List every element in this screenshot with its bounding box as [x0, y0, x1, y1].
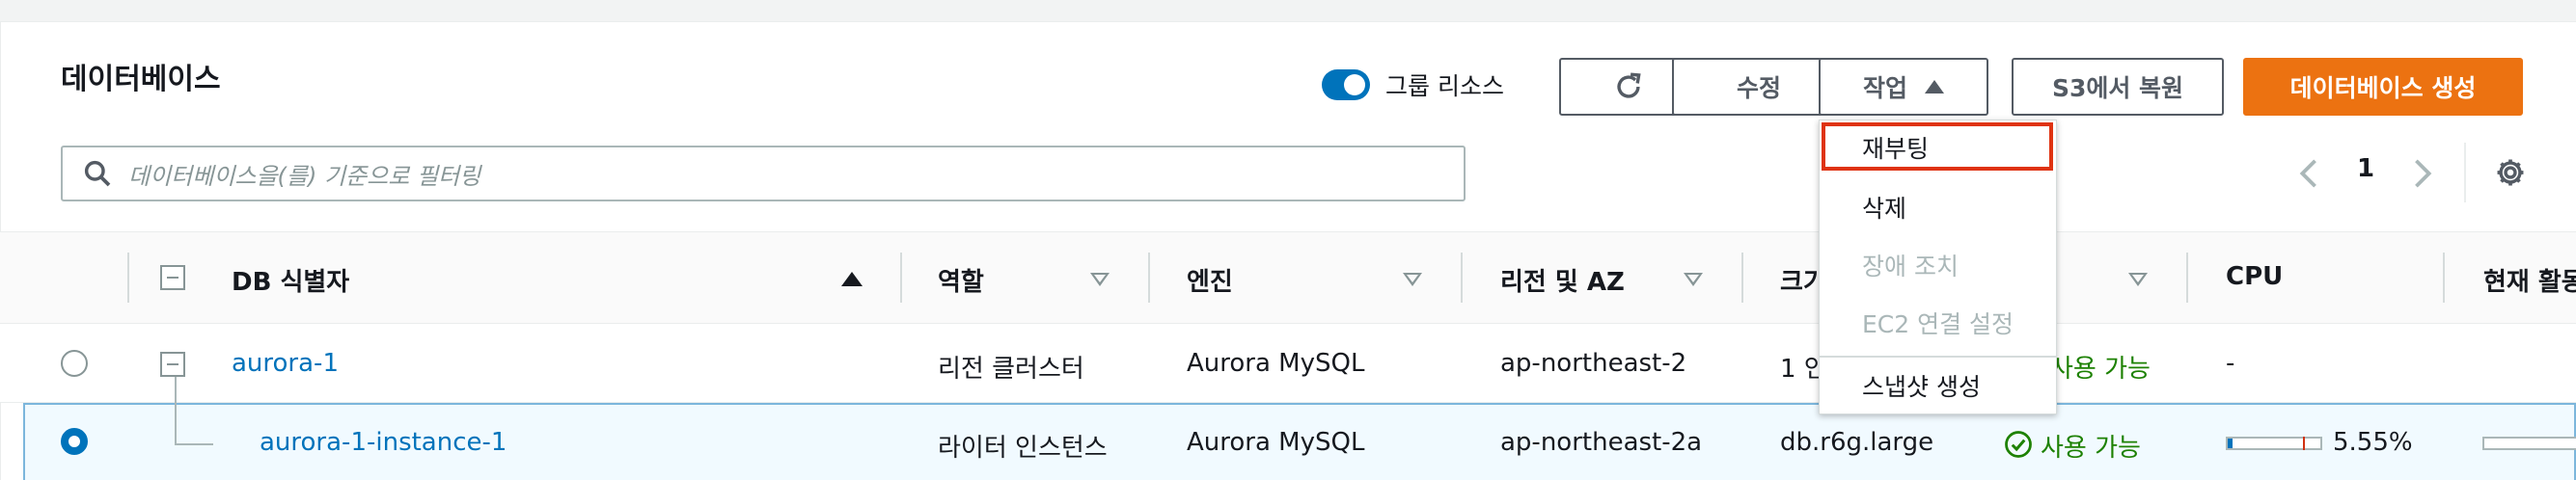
- col-activity[interactable]: 현재 활동: [2483, 262, 2576, 298]
- col-separator: [1741, 253, 1743, 303]
- sort-icon[interactable]: [1090, 273, 1110, 286]
- collapse-icon[interactable]: [160, 352, 185, 377]
- restore-from-s3-button[interactable]: S3에서 복원: [2012, 58, 2224, 116]
- menu-item-ec2-connect: EC2 연결 설정: [1862, 310, 2014, 338]
- role-cell: 리전 클러스터: [938, 355, 1084, 384]
- create-label: 데이터베이스 생성: [2289, 74, 2477, 102]
- col-separator: [2443, 253, 2445, 303]
- size-cell: db.r6g.large: [1780, 428, 1934, 457]
- col-role[interactable]: 역할: [938, 262, 984, 298]
- db-id-link[interactable]: aurora-1-instance-1: [260, 428, 507, 457]
- col-region[interactable]: 리전 및 AZ: [1500, 262, 1625, 298]
- filter-input[interactable]: 데이터베이스을(를) 기준으로 필터링: [61, 146, 1466, 201]
- filter-placeholder: 데이터베이스을(를) 기준으로 필터링: [128, 162, 481, 190]
- create-database-button[interactable]: 데이터베이스 생성: [2243, 58, 2523, 116]
- cpu-bar-fill: [2228, 439, 2233, 448]
- tree-line: [175, 377, 177, 444]
- col-separator: [1461, 253, 1463, 303]
- toggle-label: 그룹 리소스: [1385, 72, 1504, 100]
- region-cell: ap-northeast-2a: [1500, 428, 1703, 457]
- menu-item-snapshot[interactable]: 스냅샷 생성: [1862, 368, 1981, 403]
- cpu-threshold-mark: [2303, 437, 2305, 450]
- col-separator: [127, 253, 129, 303]
- table-header: [0, 231, 2576, 324]
- gear-icon[interactable]: [2494, 156, 2527, 189]
- modify-label: 수정: [1736, 74, 1781, 102]
- menu-divider: [1820, 356, 2056, 358]
- db-id-link[interactable]: aurora-1: [232, 349, 339, 378]
- sort-icon[interactable]: [1403, 273, 1422, 286]
- col-separator: [2186, 253, 2188, 303]
- sort-icon[interactable]: [1684, 273, 1703, 286]
- cpu-cell: -: [2226, 349, 2235, 378]
- page-title: 데이터베이스: [61, 63, 221, 96]
- restore-s3-label: S3에서 복원: [2051, 74, 2184, 102]
- refresh-icon: [1617, 72, 1641, 98]
- actions-dropdown-menu: 재부팅 삭제 장애 조치 EC2 연결 설정 스냅샷 생성: [1819, 120, 2057, 414]
- row-radio-selected[interactable]: [61, 428, 88, 455]
- menu-item-delete[interactable]: 삭제: [1862, 190, 1906, 225]
- status-cell: 사용 가능: [2050, 355, 2151, 384]
- menu-highlight: [1822, 122, 2053, 171]
- sort-icon[interactable]: [2128, 273, 2148, 286]
- cpu-value: 5.55%: [2333, 428, 2413, 457]
- check-circle-icon: [2005, 431, 2032, 458]
- activity-bar: [2482, 437, 2576, 450]
- toggle-switch[interactable]: [1322, 69, 1370, 100]
- row-radio[interactable]: [61, 350, 88, 377]
- search-icon: [84, 160, 111, 187]
- col-db-id[interactable]: DB 식별자: [232, 262, 349, 298]
- page-number[interactable]: 1: [2357, 154, 2374, 183]
- col-separator: [900, 253, 902, 303]
- cpu-bar: [2226, 437, 2322, 450]
- status-cell: 사용 가능: [2041, 434, 2141, 463]
- col-engine[interactable]: 엔진: [1187, 262, 1233, 298]
- region-cell: ap-northeast-2: [1500, 349, 1687, 378]
- caret-up-icon: [1925, 80, 1944, 93]
- tree-line: [175, 443, 213, 445]
- actions-button[interactable]: 작업: [1819, 58, 1988, 116]
- engine-cell: Aurora MySQL: [1187, 349, 1365, 378]
- actions-label: 작업: [1862, 74, 1907, 102]
- col-separator: [1148, 253, 1150, 303]
- col-cpu[interactable]: CPU: [2226, 262, 2283, 291]
- menu-item-failover: 장애 조치: [1862, 253, 1959, 280]
- menu-item-reboot[interactable]: 재부팅: [1862, 130, 1929, 165]
- expand-all-icon[interactable]: [160, 265, 185, 290]
- chevron-left-icon[interactable]: [2296, 157, 2319, 190]
- pager-divider: [2464, 143, 2466, 202]
- sort-asc-icon[interactable]: [841, 272, 863, 286]
- chevron-right-icon[interactable]: [2412, 157, 2435, 190]
- group-resources-toggle[interactable]: 그룹 리소스: [1322, 67, 1504, 102]
- engine-cell: Aurora MySQL: [1187, 428, 1365, 457]
- role-cell: 라이터 인스턴스: [938, 434, 1108, 463]
